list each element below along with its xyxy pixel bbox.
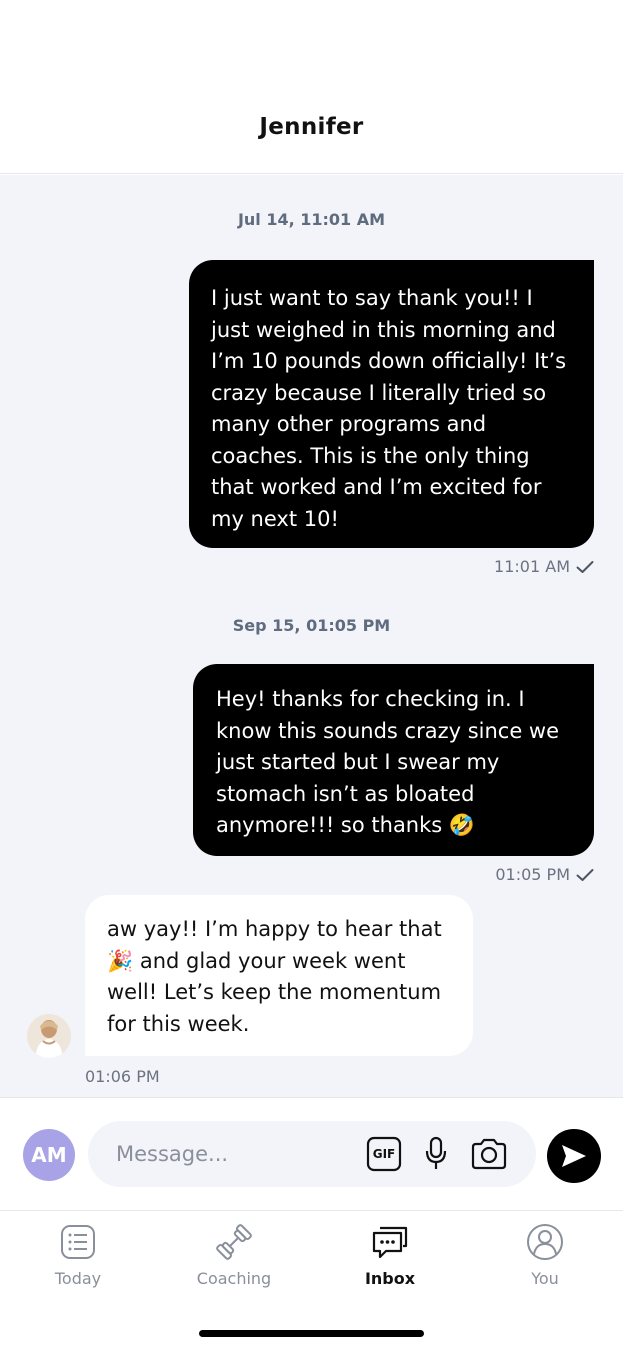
chat-icon <box>372 1226 408 1259</box>
message-line: 🎉 and glad your week went <box>107 948 406 973</box>
gif-button[interactable]: GIF <box>366 1134 402 1174</box>
message-line: my next 10! <box>211 506 339 531</box>
message-line: many other programs and <box>211 412 487 436</box>
message-line: just weighed in this morning and <box>211 317 556 342</box>
message-line: I just want to say thank you!! I <box>211 286 533 310</box>
message-input[interactable] <box>116 1121 346 1187</box>
checkmark-icon <box>576 559 594 578</box>
message-line: know this sounds crazy since we <box>216 718 560 743</box>
camera-button[interactable] <box>469 1134 509 1174</box>
message-line: just started but I swear my <box>216 750 500 774</box>
send-icon <box>562 1145 586 1167</box>
outgoing-message-bubble[interactable]: I just want to say thank you!! I just we… <box>189 260 594 548</box>
tab-coaching[interactable]: Coaching <box>174 1222 294 1288</box>
tab-today[interactable]: Today <box>18 1222 138 1288</box>
message-line: crazy because I literally tried so <box>211 380 547 405</box>
send-button[interactable] <box>547 1129 601 1183</box>
microphone-icon <box>425 1136 447 1169</box>
tab-inbox[interactable]: Inbox <box>330 1222 450 1288</box>
tab-label: Inbox <box>364 1269 416 1288</box>
camera-icon <box>471 1138 507 1170</box>
list-icon <box>61 1225 95 1259</box>
tab-you[interactable]: You <box>485 1222 605 1288</box>
tab-label: Coaching <box>196 1269 272 1288</box>
dumbbell-icon <box>216 1224 252 1260</box>
message-time: 01:05 PM <box>495 865 570 884</box>
incoming-message-bubble[interactable]: aw yay!! I’m happy to hear that 🎉 and gl… <box>85 895 473 1056</box>
message-line: aw yay!! I’m happy to hear that <box>107 917 442 941</box>
chat-header: Jennifer <box>0 0 623 174</box>
message-line: I’m 10 pounds down officially! It’s <box>211 349 567 373</box>
user-avatar[interactable]: AM <box>23 1129 75 1181</box>
message-meta: 01:05 PM <box>495 865 594 886</box>
user-icon <box>527 1224 563 1260</box>
tab-label: Today <box>54 1269 102 1288</box>
outgoing-message-bubble[interactable]: Hey! thanks for checking in. I know this… <box>193 664 594 856</box>
message-line: well! Let’s keep the momentum <box>107 980 442 1004</box>
home-indicator[interactable] <box>199 1330 424 1337</box>
coach-avatar[interactable] <box>27 1014 71 1058</box>
message-line: that worked and I’m excited for <box>211 475 542 499</box>
message-time: 01:06 PM <box>85 1067 160 1086</box>
message-time: 11:01 AM <box>494 557 570 576</box>
contact-name: Jennifer <box>259 114 364 140</box>
tab-label: You <box>531 1269 559 1288</box>
message-line: Hey! thanks for checking in. I <box>216 687 525 711</box>
date-separator: Jul 14, 11:01 AM <box>237 210 386 229</box>
message-meta: 11:01 AM <box>494 557 594 578</box>
checkmark-icon <box>576 867 594 886</box>
message-field[interactable]: GIF <box>88 1121 536 1187</box>
gif-label: GIF <box>372 1147 396 1161</box>
microphone-button[interactable] <box>422 1134 450 1174</box>
message-line: stomach isn’t as bloated <box>216 781 475 806</box>
message-line: coaches. This is the only thing <box>211 443 530 468</box>
message-line: anymore!!! so thanks 🤣 <box>216 813 476 837</box>
date-separator: Sep 15, 01:05 PM <box>232 616 391 635</box>
message-line: for this week. <box>107 1011 250 1036</box>
